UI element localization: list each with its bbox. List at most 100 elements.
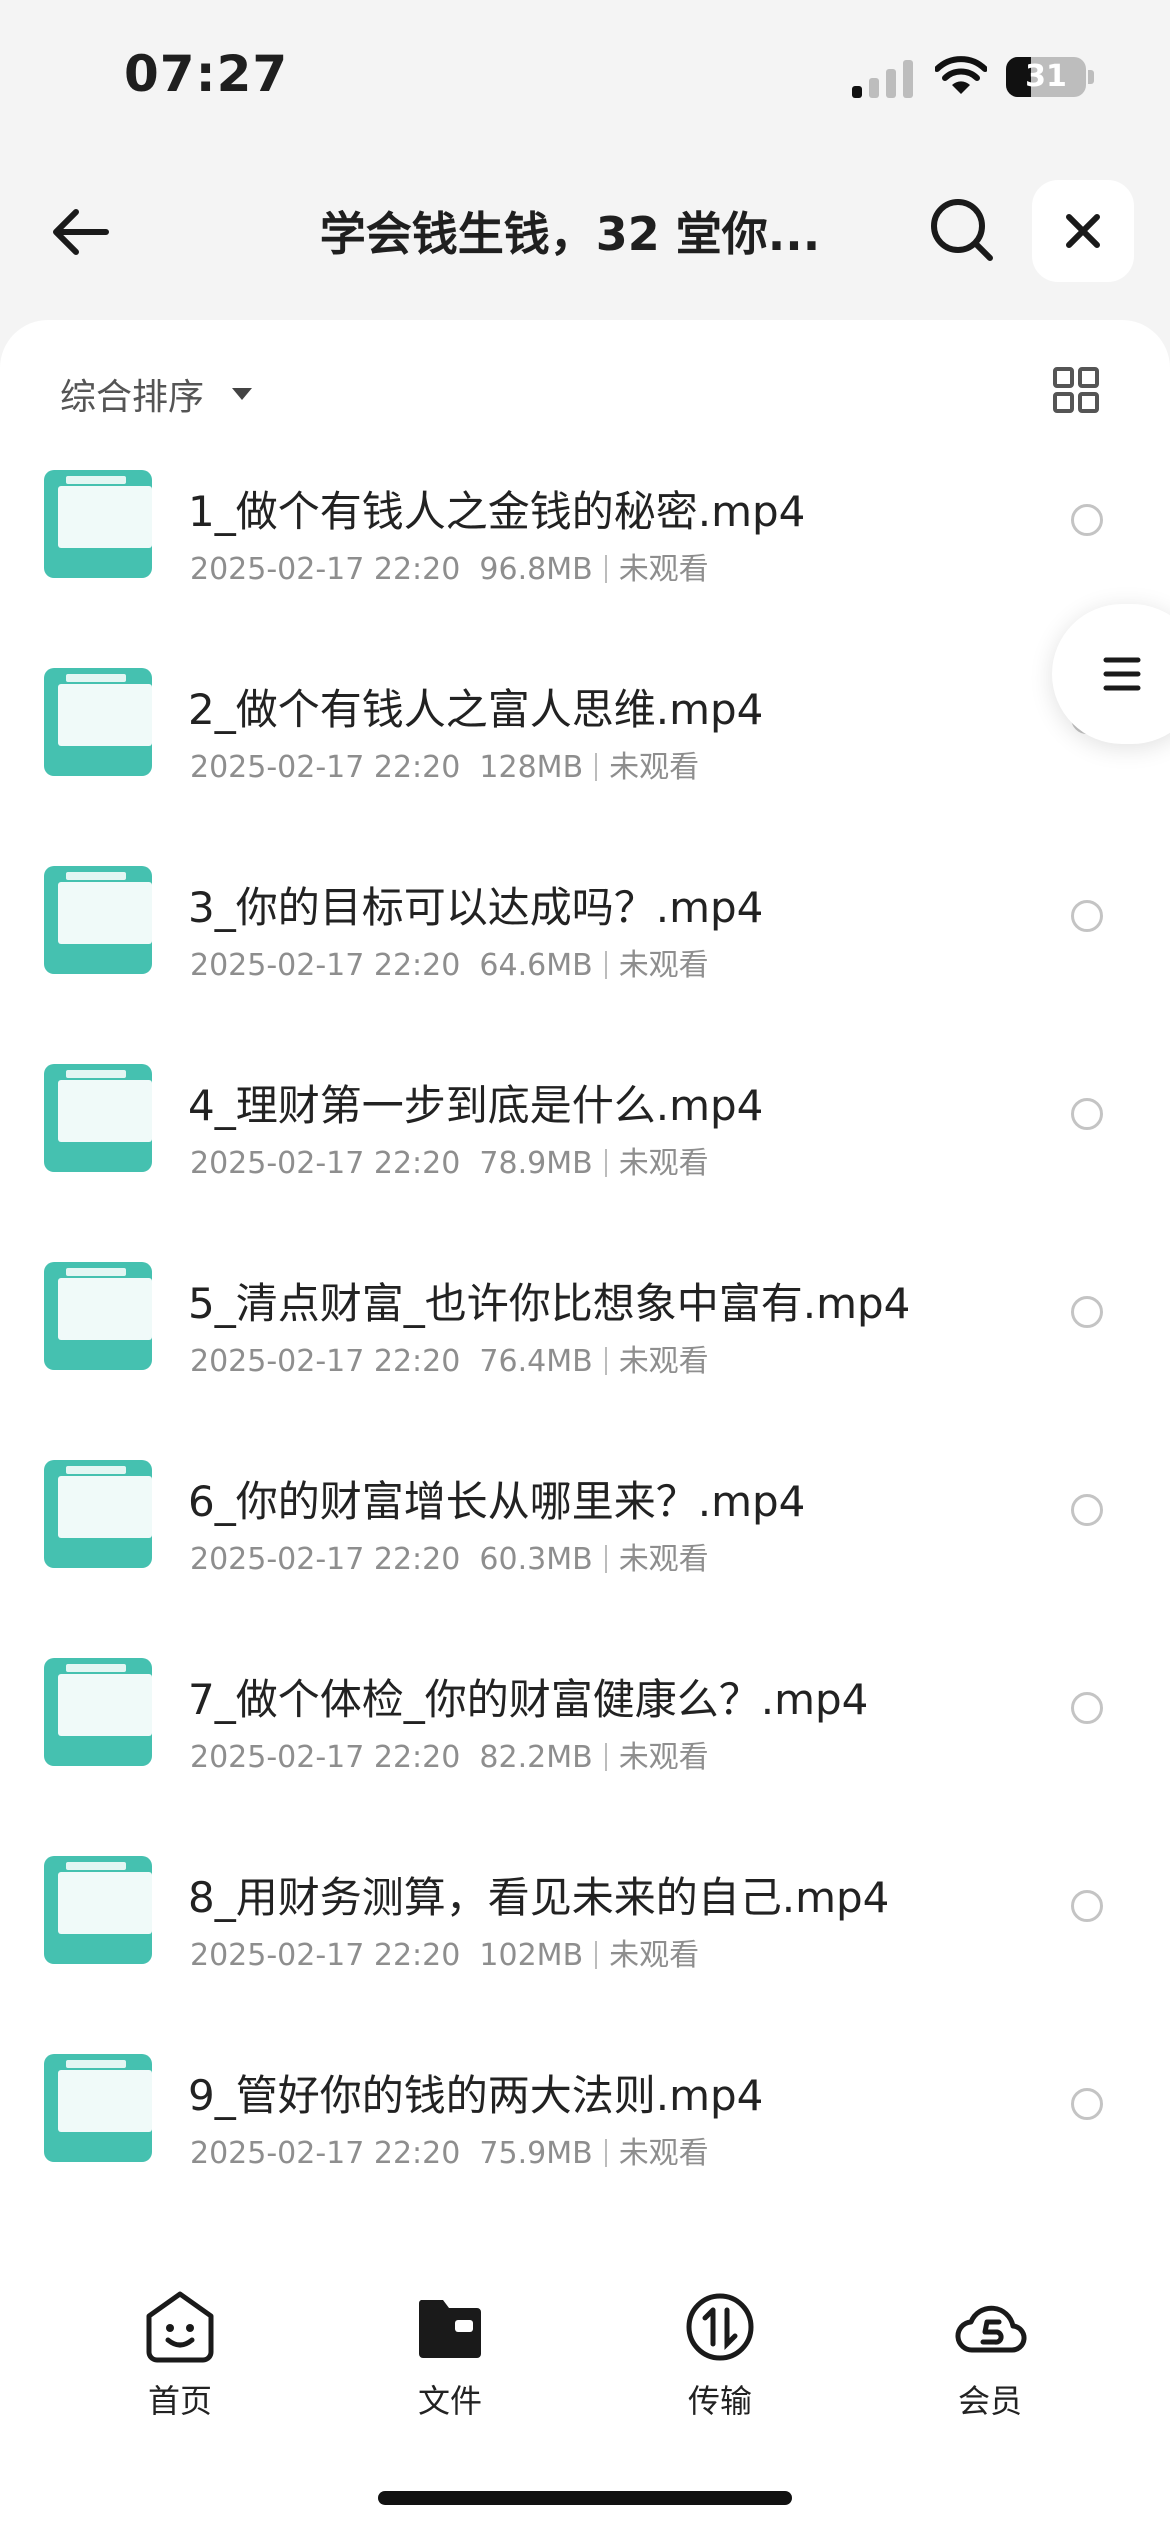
file-size: 64.6MB bbox=[479, 948, 593, 983]
file-meta: 2025-02-17 22:20 128MB 未观看 bbox=[190, 742, 699, 786]
file-date: 2025-02-17 22:20 bbox=[190, 750, 461, 785]
watch-status: 未观看 bbox=[618, 2136, 709, 2171]
tab-home-label: 首页 bbox=[147, 2382, 212, 2420]
video-thumbnail bbox=[44, 1262, 152, 1370]
list-item[interactable]: 7_做个体检_你的财富健康么？.mp4 2025-02-17 22:20 82.… bbox=[0, 1658, 1170, 1856]
file-meta: 2025-02-17 22:20 96.8MB 未观看 bbox=[190, 544, 709, 588]
battery-percent: 31 bbox=[1025, 59, 1067, 94]
watch-status: 未观看 bbox=[618, 552, 709, 587]
file-size: 60.3MB bbox=[479, 1542, 593, 1577]
video-thumbnail bbox=[44, 1064, 152, 1172]
status-time: 07:27 bbox=[124, 45, 289, 103]
file-name: 3_你的目标可以达成吗？.mp4 bbox=[188, 883, 764, 932]
tab-home[interactable]: 首页 bbox=[90, 2290, 270, 2422]
select-radio[interactable] bbox=[1071, 1890, 1103, 1922]
file-name: 4_理财第一步到底是什么.mp4 bbox=[188, 1081, 764, 1130]
grid-view-icon[interactable] bbox=[1052, 366, 1100, 414]
video-thumbnail bbox=[44, 470, 152, 578]
file-size: 76.4MB bbox=[479, 1344, 593, 1379]
file-meta: 2025-02-17 22:20 102MB 未观看 bbox=[190, 1930, 699, 1974]
select-radio[interactable] bbox=[1071, 2088, 1103, 2120]
file-meta: 2025-02-17 22:20 75.9MB 未观看 bbox=[190, 2128, 709, 2172]
file-name: 9_管好你的钱的两大法则.mp4 bbox=[188, 2071, 764, 2120]
tab-vip-label: 会员 bbox=[957, 2382, 1022, 2420]
file-list-sheet: 综合排序 1_做个有钱人之金钱的秘密.mp4 2025-02-17 22:20 … bbox=[0, 320, 1170, 2532]
select-radio[interactable] bbox=[1071, 1494, 1103, 1526]
file-date: 2025-02-17 22:20 bbox=[190, 552, 461, 587]
file-meta: 2025-02-17 22:20 64.6MB 未观看 bbox=[190, 940, 709, 984]
watch-status: 未观看 bbox=[618, 948, 709, 983]
file-date: 2025-02-17 22:20 bbox=[190, 1938, 461, 1973]
watch-status: 未观看 bbox=[618, 1344, 709, 1379]
watch-status: 未观看 bbox=[618, 1146, 709, 1181]
file-size: 102MB bbox=[479, 1938, 584, 1973]
file-date: 2025-02-17 22:20 bbox=[190, 2136, 461, 2171]
list-item[interactable]: 9_管好你的钱的两大法则.mp4 2025-02-17 22:20 75.9MB… bbox=[0, 2054, 1170, 2252]
file-size: 82.2MB bbox=[479, 1740, 593, 1775]
search-icon[interactable] bbox=[928, 196, 996, 264]
file-size: 128MB bbox=[479, 750, 584, 785]
file-date: 2025-02-17 22:20 bbox=[190, 1740, 461, 1775]
file-meta: 2025-02-17 22:20 60.3MB 未观看 bbox=[190, 1534, 709, 1578]
file-meta: 2025-02-17 22:20 78.9MB 未观看 bbox=[190, 1138, 709, 1182]
select-radio[interactable] bbox=[1071, 1692, 1103, 1724]
sort-label: 综合排序 bbox=[60, 377, 205, 418]
video-thumbnail bbox=[44, 866, 152, 974]
cloud-vip-icon bbox=[955, 2305, 1027, 2353]
battery-cap bbox=[1088, 70, 1094, 84]
home-indicator bbox=[378, 2491, 792, 2505]
list-item[interactable]: 6_你的财富增长从哪里来？.mp4 2025-02-17 22:20 60.3M… bbox=[0, 1460, 1170, 1658]
watch-status: 未观看 bbox=[609, 1938, 700, 1973]
file-name: 6_你的财富增长从哪里来？.mp4 bbox=[188, 1477, 806, 1526]
select-radio[interactable] bbox=[1071, 504, 1103, 536]
file-name: 1_做个有钱人之金钱的秘密.mp4 bbox=[188, 487, 806, 536]
list-item[interactable]: 2_做个有钱人之富人思维.mp4 2025-02-17 22:20 128MB 未… bbox=[0, 668, 1170, 866]
tab-files-label: 文件 bbox=[417, 2382, 482, 2420]
list-item[interactable]: 8_用财务测算，看见未来的自己.mp4 2025-02-17 22:20 102… bbox=[0, 1856, 1170, 2054]
file-meta: 2025-02-17 22:20 82.2MB 未观看 bbox=[190, 1732, 709, 1776]
select-radio[interactable] bbox=[1071, 1098, 1103, 1130]
file-meta: 2025-02-17 22:20 76.4MB 未观看 bbox=[190, 1336, 709, 1380]
list-item[interactable]: 5_清点财富_也许你比想象中富有.mp4 2025-02-17 22:20 76… bbox=[0, 1262, 1170, 1460]
sort-dropdown[interactable]: 综合排序 bbox=[60, 368, 253, 420]
file-name: 5_清点财富_也许你比想象中富有.mp4 bbox=[188, 1279, 911, 1328]
list-item[interactable]: 4_理财第一步到底是什么.mp4 2025-02-17 22:20 78.9MB… bbox=[0, 1064, 1170, 1262]
select-radio[interactable] bbox=[1071, 900, 1103, 932]
video-thumbnail bbox=[44, 1856, 152, 1964]
caret-down-icon bbox=[232, 388, 253, 400]
close-button[interactable] bbox=[1032, 180, 1134, 282]
smiley-home-icon bbox=[146, 2291, 214, 2363]
menu-lines-icon bbox=[1103, 657, 1141, 691]
header: 学会钱生钱，32 堂你... bbox=[0, 170, 1170, 290]
video-thumbnail bbox=[44, 1460, 152, 1568]
file-date: 2025-02-17 22:20 bbox=[190, 1542, 461, 1577]
watch-status: 未观看 bbox=[609, 750, 700, 785]
file-date: 2025-02-17 22:20 bbox=[190, 1146, 461, 1181]
page-title: 学会钱生钱，32 堂你... bbox=[319, 207, 821, 261]
tab-files[interactable]: 文件 bbox=[360, 2290, 540, 2422]
file-size: 75.9MB bbox=[479, 2136, 593, 2171]
file-size: 96.8MB bbox=[479, 552, 593, 587]
watch-status: 未观看 bbox=[618, 1542, 709, 1577]
video-thumbnail bbox=[44, 1658, 152, 1766]
list-item[interactable]: 1_做个有钱人之金钱的秘密.mp4 2025-02-17 22:20 96.8M… bbox=[0, 470, 1170, 668]
battery-icon: 31 bbox=[1006, 57, 1086, 97]
tab-transfer-label: 传输 bbox=[687, 2382, 752, 2420]
arrow-left-icon[interactable] bbox=[48, 200, 112, 264]
video-thumbnail bbox=[44, 668, 152, 776]
file-date: 2025-02-17 22:20 bbox=[190, 948, 461, 983]
file-name: 8_用财务测算，看见未来的自己.mp4 bbox=[188, 1873, 890, 1922]
status-bar: 07:27 31 bbox=[0, 0, 1170, 150]
tab-transfer[interactable]: 传输 bbox=[630, 2290, 810, 2422]
wifi-icon bbox=[935, 56, 987, 94]
file-size: 78.9MB bbox=[479, 1146, 593, 1181]
tab-vip[interactable]: 会员 bbox=[900, 2290, 1080, 2422]
list-item[interactable]: 3_你的目标可以达成吗？.mp4 2025-02-17 22:20 64.6MB… bbox=[0, 866, 1170, 1064]
file-name: 7_做个体检_你的财富健康么？.mp4 bbox=[188, 1675, 869, 1724]
file-date: 2025-02-17 22:20 bbox=[190, 1344, 461, 1379]
cellular-signal-icon bbox=[852, 60, 913, 98]
close-icon bbox=[1066, 214, 1100, 248]
folder-icon bbox=[418, 2300, 481, 2358]
watch-status: 未观看 bbox=[618, 1740, 709, 1775]
select-radio[interactable] bbox=[1071, 1296, 1103, 1328]
